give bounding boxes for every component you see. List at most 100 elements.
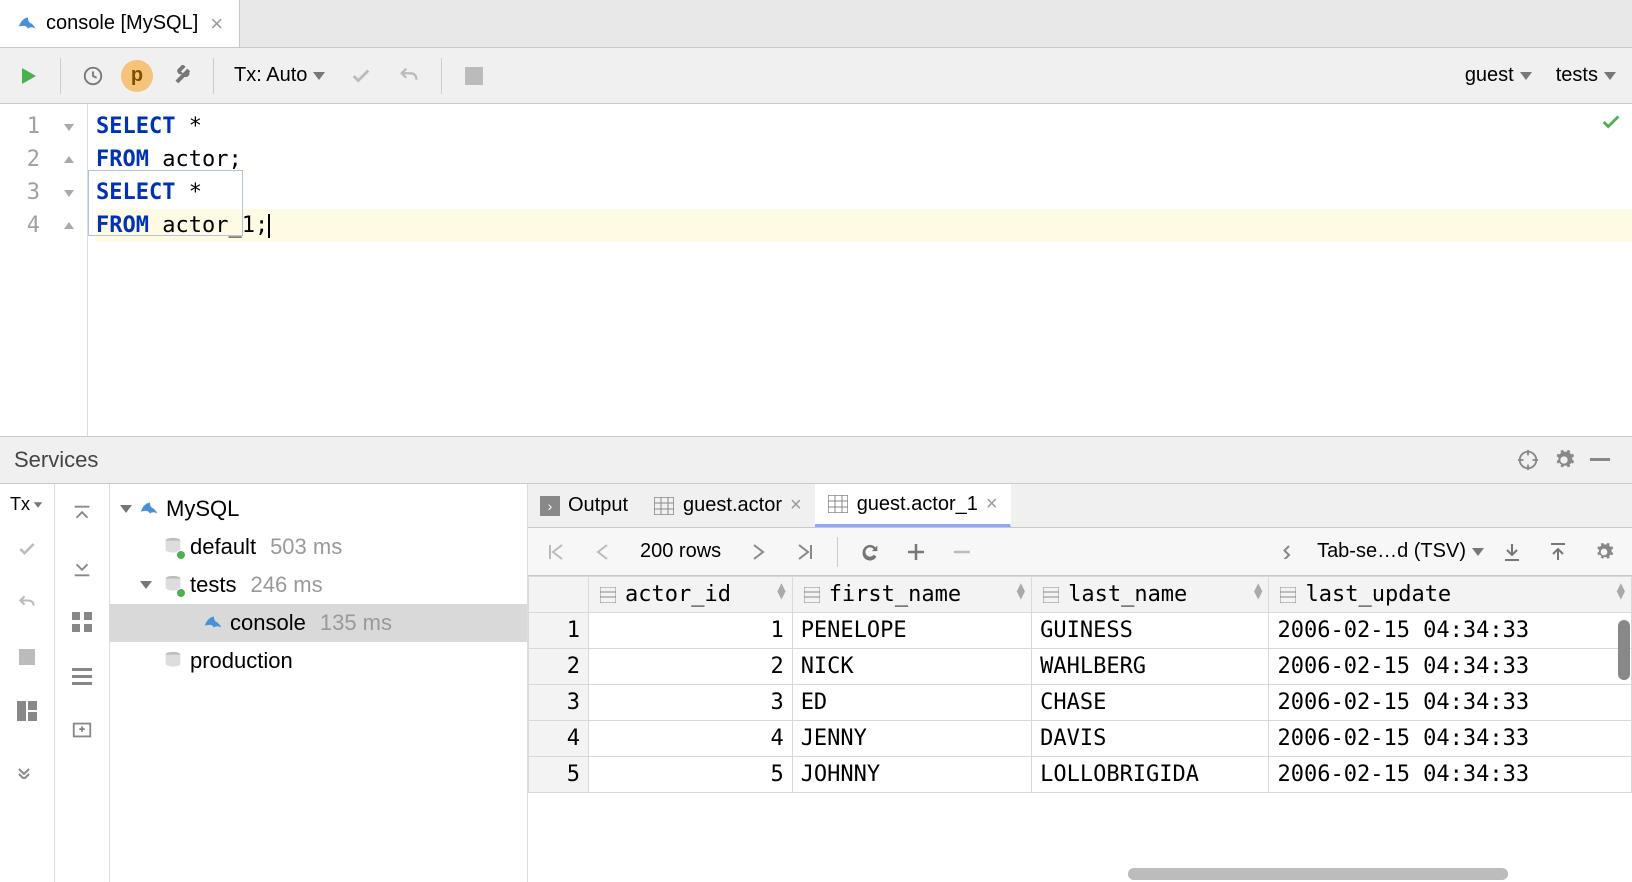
next-page-icon[interactable] (741, 534, 777, 570)
collapse-up-icon[interactable] (62, 494, 102, 534)
add-row-icon[interactable] (898, 534, 934, 570)
more-icon[interactable] (7, 753, 47, 793)
services-panel-header: Services (0, 436, 1632, 484)
table-row[interactable]: 22NICKWAHLBERG2006-02-15 04:34:33 (529, 649, 1632, 685)
p-badge-button[interactable]: p (121, 60, 153, 92)
inspection-ok-icon[interactable] (1600, 110, 1622, 143)
close-icon[interactable]: × (986, 493, 998, 516)
tx-mode-dropdown[interactable]: Tx: Auto (226, 64, 333, 87)
mysql-dolphin-icon (138, 498, 160, 520)
history-button[interactable] (73, 56, 113, 96)
output-icon: › (540, 496, 560, 516)
settings-wrench-icon[interactable] (161, 56, 201, 96)
table-row[interactable]: 11PENELOPEGUINESS2006-02-15 04:34:33 (529, 613, 1632, 649)
table-row[interactable]: 55JOHNNYLOLLOBRIGIDA2006-02-15 04:34:33 (529, 757, 1632, 793)
mysql-dolphin-icon (16, 13, 38, 35)
row-count: 200 rows (630, 540, 731, 563)
tx-label-icon[interactable]: Tx (10, 494, 44, 515)
column-last_update[interactable]: last_update▲▼ (1269, 577, 1632, 613)
rollback-icon[interactable] (7, 583, 47, 623)
file-tab-label: console [MySQL] (46, 12, 198, 35)
close-tab-icon[interactable]: × (206, 11, 227, 37)
rollback-button[interactable] (389, 56, 429, 96)
gear-icon[interactable] (1546, 442, 1582, 478)
database-dropdown[interactable]: tests (1548, 64, 1624, 87)
sort-icon[interactable]: ▲▼ (1017, 583, 1025, 599)
sort-icon[interactable]: ▲▼ (1254, 583, 1262, 599)
expand-icon[interactable] (140, 581, 152, 589)
services-tree[interactable]: MySQL default 503 ms tests 246 ms consol… (110, 484, 528, 882)
mysql-dolphin-icon (202, 612, 224, 634)
commit-button[interactable] (341, 56, 381, 96)
separator (60, 58, 61, 94)
sql-editor[interactable]: 1 2 3 4 SELECT * FROM actor; SELECT * FR… (0, 104, 1632, 436)
table-row[interactable]: 33EDCHASE2006-02-15 04:34:33 (529, 685, 1632, 721)
table-body: 11PENELOPEGUINESS2006-02-15 04:34:33 22N… (529, 613, 1632, 793)
stop-button[interactable] (454, 56, 494, 96)
table-header-row: actor_id▲▼ first_name▲▼ last_name▲▼ last… (529, 577, 1632, 613)
chevron-down-icon (1472, 548, 1484, 556)
close-icon[interactable]: × (790, 494, 802, 517)
more-chevrons-icon[interactable] (1271, 534, 1307, 570)
fold-end-icon[interactable] (50, 143, 87, 176)
database-icon (162, 536, 184, 558)
settings-gear-icon[interactable] (1586, 534, 1622, 570)
minimize-icon[interactable] (1582, 442, 1618, 478)
fold-start-icon[interactable] (50, 110, 87, 143)
tree-db-default[interactable]: default 503 ms (110, 528, 527, 566)
fold-gutter (50, 104, 88, 436)
result-toolbar: 200 rows Tab-se…d (TSV) (528, 528, 1632, 576)
result-tab-output[interactable]: › Output (528, 484, 641, 527)
table-icon (827, 493, 849, 515)
layout-icon[interactable] (7, 691, 47, 731)
expand-icon[interactable] (120, 505, 132, 513)
tree-db-production[interactable]: production (110, 642, 527, 680)
row-number-header (529, 577, 589, 613)
file-tab-console[interactable]: console [MySQL] × (0, 0, 240, 47)
export-format-dropdown[interactable]: Tab-se…d (TSV) (1317, 540, 1484, 563)
grid-icon[interactable] (62, 602, 102, 642)
table-icon (653, 495, 675, 517)
result-tab-actor1[interactable]: guest.actor_1 × (815, 484, 1011, 527)
refresh-icon[interactable] (852, 534, 888, 570)
target-icon[interactable] (1510, 442, 1546, 478)
schema-dropdown[interactable]: guest (1457, 64, 1540, 87)
result-tabs: › Output guest.actor × guest.actor_1 × (528, 484, 1632, 528)
result-grid[interactable]: actor_id▲▼ first_name▲▼ last_name▲▼ last… (528, 576, 1632, 882)
prev-page-icon[interactable] (584, 534, 620, 570)
commit-icon[interactable] (7, 529, 47, 569)
chevron-down-icon (1604, 72, 1616, 80)
separator (441, 58, 442, 94)
sort-icon[interactable]: ▲▼ (777, 583, 785, 599)
services-title: Services (14, 447, 1510, 473)
code-area[interactable]: SELECT * FROM actor; SELECT * FROM actor… (88, 104, 1632, 436)
column-actor_id[interactable]: actor_id▲▼ (589, 577, 793, 613)
download-icon[interactable] (1494, 534, 1530, 570)
fold-end-icon[interactable] (50, 209, 87, 242)
stop-icon[interactable] (7, 637, 47, 677)
tree-db-tests[interactable]: tests 246 ms (110, 566, 527, 604)
chevron-down-icon (313, 72, 325, 80)
text-cursor (268, 214, 270, 238)
result-tab-actor[interactable]: guest.actor × (641, 484, 815, 527)
column-icon (801, 584, 823, 606)
list-icon[interactable] (62, 656, 102, 696)
execute-button[interactable] (8, 56, 48, 96)
remove-row-icon[interactable] (944, 534, 980, 570)
file-tabs: console [MySQL] × (0, 0, 1632, 48)
expand-down-icon[interactable] (62, 548, 102, 588)
open-tab-icon[interactable] (62, 710, 102, 750)
sort-icon[interactable]: ▲▼ (1617, 583, 1625, 599)
tree-console[interactable]: console 135 ms (110, 604, 527, 642)
upload-icon[interactable] (1540, 534, 1576, 570)
horizontal-scrollbar[interactable] (1128, 868, 1508, 880)
first-page-icon[interactable] (538, 534, 574, 570)
tree-root-mysql[interactable]: MySQL (110, 490, 527, 528)
separator (213, 58, 214, 94)
fold-start-icon[interactable] (50, 176, 87, 209)
vertical-scrollbar[interactable] (1618, 620, 1630, 680)
column-last_name[interactable]: last_name▲▼ (1032, 577, 1269, 613)
column-first_name[interactable]: first_name▲▼ (792, 577, 1031, 613)
last-page-icon[interactable] (787, 534, 823, 570)
table-row[interactable]: 44JENNYDAVIS2006-02-15 04:34:33 (529, 721, 1632, 757)
